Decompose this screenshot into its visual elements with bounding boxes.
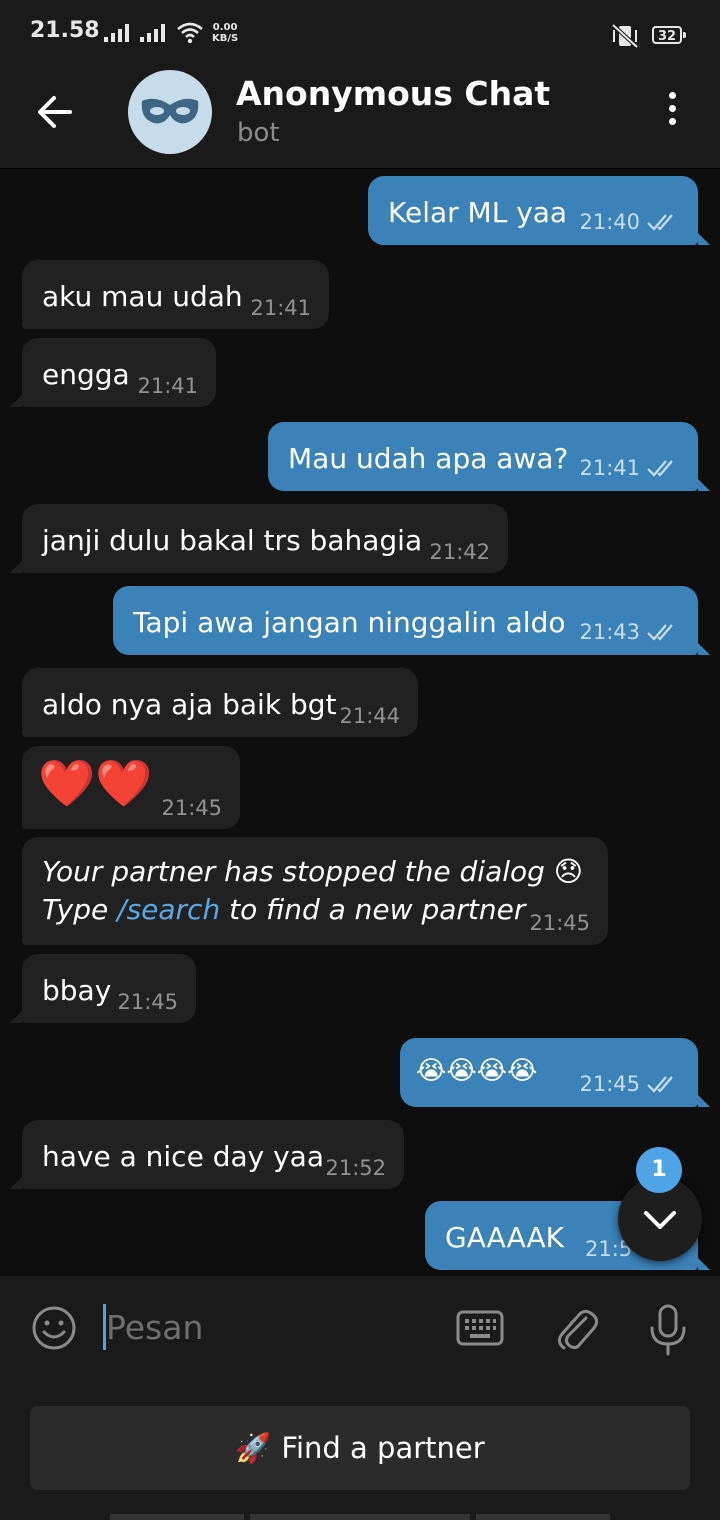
bubble-tail <box>698 233 710 245</box>
bubble-tail <box>698 643 710 655</box>
message-incoming-bot[interactable]: Your partner has stopped the dialog 😞 Ty… <box>22 837 608 945</box>
message-incoming[interactable]: bbay 21:45 <box>22 954 196 1023</box>
message-text: GAAAAK <box>445 1221 565 1254</box>
message-time: 21:52 <box>325 1156 386 1180</box>
message-time: 21:45 <box>161 796 222 820</box>
message-outgoing[interactable]: Tapi awa jangan ninggalin aldo 21:43 <box>113 586 698 655</box>
mask-icon <box>141 98 199 124</box>
status-time: 21.58 <box>30 18 100 43</box>
find-partner-button[interactable]: 🚀 Find a partner <box>30 1406 690 1490</box>
bubble-tail <box>10 1011 22 1023</box>
message-time: 21:41 <box>137 374 198 398</box>
network-speed-unit: KB/S <box>212 33 239 44</box>
microphone-icon[interactable] <box>648 1304 688 1356</box>
search-command-link[interactable]: /search <box>117 893 220 926</box>
message-time: 21:45 <box>117 990 178 1014</box>
double-check-icon <box>647 624 673 641</box>
message-time: 21:41 <box>250 296 311 320</box>
bot-keyboard: 🚀 Find a partner <box>0 1380 720 1520</box>
message-list[interactable]: Kelar ML yaa 21:40 aku mau udah 21:41 en… <box>0 169 720 1276</box>
message-time: 21:42 <box>429 540 490 564</box>
message-meta: 21:45 <box>579 1072 680 1096</box>
message-text: have a nice day yaa <box>42 1140 324 1173</box>
message-text-line2-post: to find a new partner <box>220 893 526 926</box>
status-bar: 21.58 0.00 KB/S 32 <box>0 0 720 56</box>
message-text: aldo nya aja baik bgt <box>42 688 337 721</box>
find-partner-label: Find a partner <box>281 1431 485 1465</box>
message-incoming[interactable]: engga 21:41 <box>22 338 216 407</box>
message-incoming[interactable]: aldo nya aja baik bgt 21:44 <box>22 668 418 737</box>
message-text-line2-pre: Type <box>42 893 118 926</box>
message-time: 21:40 <box>579 210 640 234</box>
message-text: Mau udah apa awa? <box>288 442 569 475</box>
bubble-tail <box>698 1095 710 1107</box>
nav-hint-right <box>476 1514 610 1520</box>
unread-count-badge: 1 <box>636 1147 682 1193</box>
double-check-icon <box>647 460 673 477</box>
message-time: 21:45 <box>529 911 590 935</box>
message-text: aku mau udah <box>42 280 243 313</box>
message-text: Tapi awa jangan ninggalin aldo <box>133 606 566 639</box>
message-text-line1: Your partner has stopped the dialog 😞 <box>42 855 583 888</box>
double-check-icon <box>647 1076 673 1093</box>
message-composer: Pesan <box>0 1276 720 1380</box>
message-meta: 21:41 <box>579 456 680 480</box>
message-time: 21:44 <box>339 704 400 728</box>
message-text: Kelar ML yaa <box>388 196 568 229</box>
message-outgoing[interactable]: 😭😭😭😭 21:45 <box>400 1038 698 1107</box>
message-meta: 21:40 <box>579 210 680 234</box>
signal-icon <box>104 24 129 42</box>
keyboard-icon[interactable] <box>456 1308 504 1348</box>
battery-indicator: 32 <box>652 26 686 44</box>
back-arrow-icon[interactable] <box>30 92 80 132</box>
chat-header: Anonymous Chat bot <box>0 56 720 169</box>
bot-avatar[interactable] <box>128 70 212 154</box>
rocket-icon: 🚀 <box>235 1430 272 1465</box>
message-incoming[interactable]: aku mau udah 21:41 <box>22 260 329 329</box>
more-options-icon[interactable] <box>658 92 686 132</box>
bubble-tail <box>10 561 22 573</box>
double-check-icon <box>647 214 673 231</box>
message-meta: 21:43 <box>579 620 680 644</box>
message-emoji: ❤️❤️ <box>38 756 153 810</box>
message-input[interactable]: Pesan <box>106 1308 203 1347</box>
signal-icon-2 <box>140 24 165 42</box>
vibrate-silent-icon <box>611 23 639 49</box>
message-incoming[interactable]: janji dulu bakal trs bahagia 21:42 <box>22 504 508 573</box>
message-incoming[interactable]: ❤️❤️ 21:45 <box>22 746 240 829</box>
bubble-tail <box>10 395 22 407</box>
message-time: 21:45 <box>579 1072 640 1096</box>
message-text: bbay <box>42 974 112 1007</box>
nav-hint-center <box>250 1514 470 1520</box>
wifi-icon <box>177 22 203 44</box>
chat-title[interactable]: Anonymous Chat <box>236 74 550 113</box>
message-time: 21:43 <box>579 620 640 644</box>
message-time: 21:41 <box>579 456 640 480</box>
emoji-icon[interactable] <box>30 1304 78 1352</box>
message-text: engga <box>42 358 130 391</box>
message-outgoing[interactable]: Mau udah apa awa? 21:41 <box>268 422 698 491</box>
message-emoji: 😭😭😭😭 <box>416 1056 538 1086</box>
nav-hint-left <box>110 1514 244 1520</box>
message-incoming[interactable]: have a nice day yaa 21:52 <box>22 1120 404 1189</box>
message-outgoing[interactable]: Kelar ML yaa 21:40 <box>368 176 698 245</box>
message-text: janji dulu bakal trs bahagia <box>42 524 423 557</box>
bubble-tail <box>698 479 710 491</box>
network-speed-value: 0.00 <box>212 22 238 33</box>
chat-subtitle: bot <box>237 118 280 148</box>
bubble-tail <box>10 1177 22 1189</box>
attach-icon[interactable] <box>552 1304 600 1354</box>
network-speed: 0.00 KB/S <box>212 22 238 44</box>
message-text-line2: Type /search to find a new partner <box>42 893 525 926</box>
